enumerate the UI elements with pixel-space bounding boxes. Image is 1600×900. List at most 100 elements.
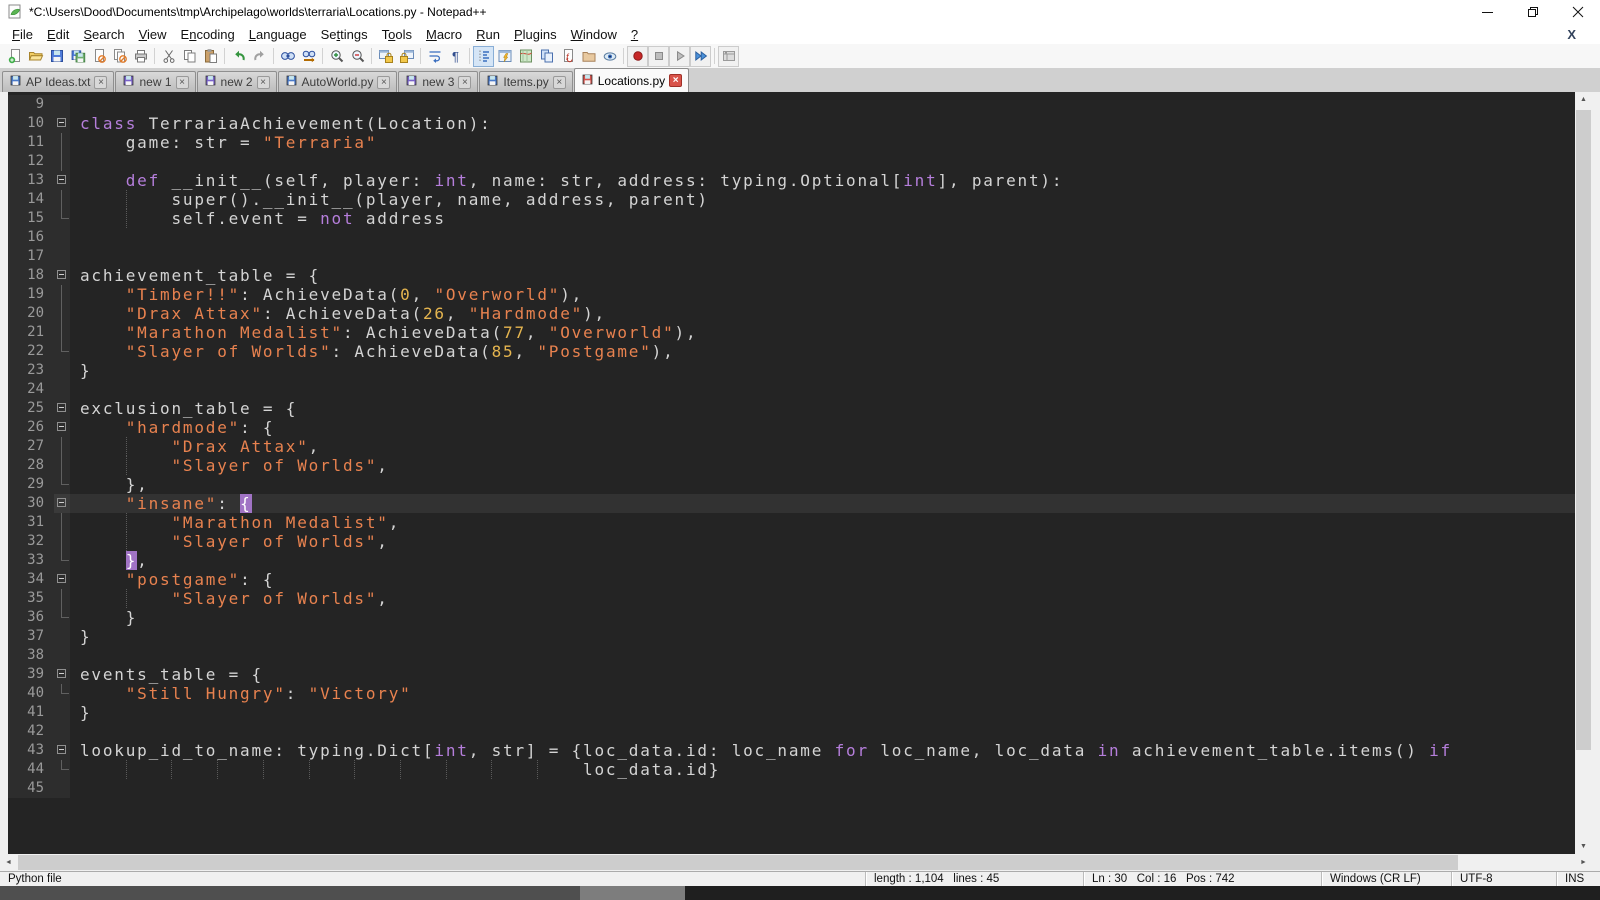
sync-horizontal-icon[interactable] xyxy=(396,46,417,67)
copy-icon[interactable] xyxy=(179,46,200,67)
undo-icon[interactable] xyxy=(228,46,249,67)
save-file-icon[interactable] xyxy=(46,46,67,67)
menu-file[interactable]: File xyxy=(5,26,40,43)
vertical-scrollbar-thumb[interactable] xyxy=(1576,110,1591,750)
tab-close-icon[interactable]: × xyxy=(458,76,471,89)
tab-close-icon[interactable]: × xyxy=(94,76,107,89)
tab-close-icon[interactable]: × xyxy=(377,76,390,89)
code-text xyxy=(70,95,1575,114)
macro-stop-icon[interactable] xyxy=(648,46,669,67)
print-icon[interactable] xyxy=(130,46,151,67)
horizontal-scrollbar-thumb[interactable] xyxy=(18,855,1458,870)
code-line: 20 "Drax Attax": AchieveData(26, "Hardmo… xyxy=(8,304,1575,323)
sync-vertical-icon[interactable] xyxy=(375,46,396,67)
line-number: 17 xyxy=(8,247,54,266)
zoom-out-icon[interactable] xyxy=(347,46,368,67)
scroll-right-arrow[interactable]: ► xyxy=(1575,854,1592,871)
document-close-x-button[interactable]: X xyxy=(1567,27,1576,42)
scroll-left-arrow[interactable]: ◄ xyxy=(0,854,17,871)
fold-margin xyxy=(54,646,70,665)
document-switcher-icon[interactable] xyxy=(718,46,739,67)
tab-close-icon[interactable]: × xyxy=(257,76,270,89)
minimize-button[interactable] xyxy=(1465,0,1510,24)
menu-window[interactable]: Window xyxy=(564,26,624,43)
tab-close-icon[interactable]: × xyxy=(553,76,566,89)
save-all-icon[interactable] xyxy=(67,46,88,67)
code-editor[interactable]: 910class TerrariaAchievement(Location):1… xyxy=(8,92,1575,854)
menu-edit[interactable]: Edit xyxy=(40,26,76,43)
fold-toggle-icon[interactable] xyxy=(54,741,70,760)
close-button[interactable] xyxy=(1555,0,1600,24)
menu-macro[interactable]: Macro xyxy=(419,26,469,43)
code-text: "insane": { xyxy=(70,494,1575,513)
fold-margin xyxy=(54,304,70,323)
fold-toggle-icon[interactable] xyxy=(54,570,70,589)
new-file-icon[interactable] xyxy=(4,46,25,67)
function-list-icon[interactable]: f xyxy=(557,46,578,67)
document-map-icon[interactable] xyxy=(515,46,536,67)
tab-new-2[interactable]: new 2× xyxy=(197,71,277,92)
tab-items-py[interactable]: Items.py × xyxy=(479,71,572,92)
fold-toggle-icon[interactable] xyxy=(54,494,70,513)
document-list-icon[interactable] xyxy=(536,46,557,67)
show-all-characters-icon[interactable]: ¶ xyxy=(445,46,466,67)
word-wrap-icon[interactable] xyxy=(424,46,445,67)
macro-run-multiple-icon[interactable] xyxy=(690,46,711,67)
menu-plugins[interactable]: Plugins xyxy=(507,26,564,43)
fold-toggle-icon[interactable] xyxy=(54,399,70,418)
code-text: def __init__(self, player: int, name: st… xyxy=(70,171,1575,190)
close-file-icon[interactable] xyxy=(88,46,109,67)
tab-label: Items.py xyxy=(503,75,548,89)
toolbar-separator xyxy=(322,48,323,64)
tab-locations-py[interactable]: Locations.py× xyxy=(574,68,689,92)
file-monitoring-icon[interactable] xyxy=(599,46,620,67)
zoom-in-icon[interactable] xyxy=(326,46,347,67)
menu-help[interactable]: ? xyxy=(624,26,645,43)
code-line: 9 xyxy=(8,95,1575,114)
fold-toggle-icon[interactable] xyxy=(54,171,70,190)
code-line: 44 loc_data.id} xyxy=(8,760,1575,779)
menu-tools[interactable]: Tools xyxy=(375,26,419,43)
menu-run[interactable]: Run xyxy=(469,26,507,43)
menu-settings[interactable]: Settings xyxy=(314,26,375,43)
show-indent-guide-icon[interactable] xyxy=(473,46,494,67)
fold-toggle-icon[interactable] xyxy=(54,665,70,684)
tab-new-3[interactable]: new 3× xyxy=(398,71,478,92)
replace-icon[interactable] xyxy=(298,46,319,67)
menu-encoding[interactable]: Encoding xyxy=(174,26,242,43)
menu-view[interactable]: View xyxy=(132,26,174,43)
fold-toggle-icon[interactable] xyxy=(54,266,70,285)
line-number: 40 xyxy=(8,684,54,703)
function-list-panel-icon[interactable] xyxy=(494,46,515,67)
tab-close-icon[interactable]: × xyxy=(669,74,682,87)
redo-icon[interactable] xyxy=(249,46,270,67)
cut-icon[interactable] xyxy=(158,46,179,67)
macro-play-icon[interactable] xyxy=(669,46,690,67)
find-icon[interactable] xyxy=(277,46,298,67)
tab-new-1[interactable]: new 1× xyxy=(115,71,195,92)
editor-right-edge xyxy=(1592,92,1600,854)
macro-record-icon[interactable] xyxy=(627,46,648,67)
paste-icon[interactable] xyxy=(200,46,221,67)
open-file-icon[interactable] xyxy=(25,46,46,67)
tab-close-icon[interactable]: × xyxy=(176,76,189,89)
folder-as-workspace-icon[interactable] xyxy=(578,46,599,67)
tab-autoworld-py[interactable]: AutoWorld.py× xyxy=(278,71,398,92)
code-text: game: str = "Terraria" xyxy=(70,133,1575,152)
menu-search[interactable]: Search xyxy=(76,26,131,43)
fold-toggle-icon[interactable] xyxy=(54,114,70,133)
menu-language[interactable]: Language xyxy=(242,26,314,43)
close-all-icon[interactable] xyxy=(109,46,130,67)
code-line: 42 xyxy=(8,722,1575,741)
tab-ap-ideas-txt[interactable]: AP Ideas.txt× xyxy=(2,71,114,92)
scroll-down-arrow[interactable]: ▼ xyxy=(1575,839,1592,854)
fold-toggle-icon[interactable] xyxy=(54,418,70,437)
fold-margin xyxy=(54,342,70,361)
restore-button[interactable] xyxy=(1510,0,1555,24)
code-text: "Slayer of Worlds": AchieveData(85, "Pos… xyxy=(70,342,1575,361)
fold-margin xyxy=(54,228,70,247)
vertical-scrollbar[interactable]: ▲ ▼ xyxy=(1575,92,1592,854)
scroll-up-arrow[interactable]: ▲ xyxy=(1575,92,1592,107)
line-number: 22 xyxy=(8,342,54,361)
horizontal-scrollbar[interactable]: ◄ ► xyxy=(0,854,1600,871)
